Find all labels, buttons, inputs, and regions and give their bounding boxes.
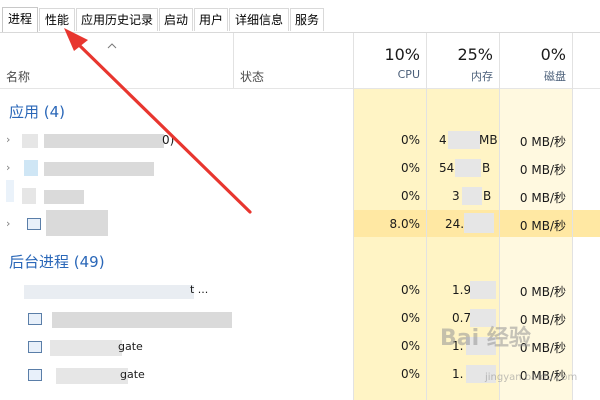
watermark-logo: Bai 经验 [440, 326, 531, 351]
tab-processes[interactable]: 进程 [2, 7, 38, 32]
watermark-url: jingyan.baidu.com [485, 372, 578, 383]
